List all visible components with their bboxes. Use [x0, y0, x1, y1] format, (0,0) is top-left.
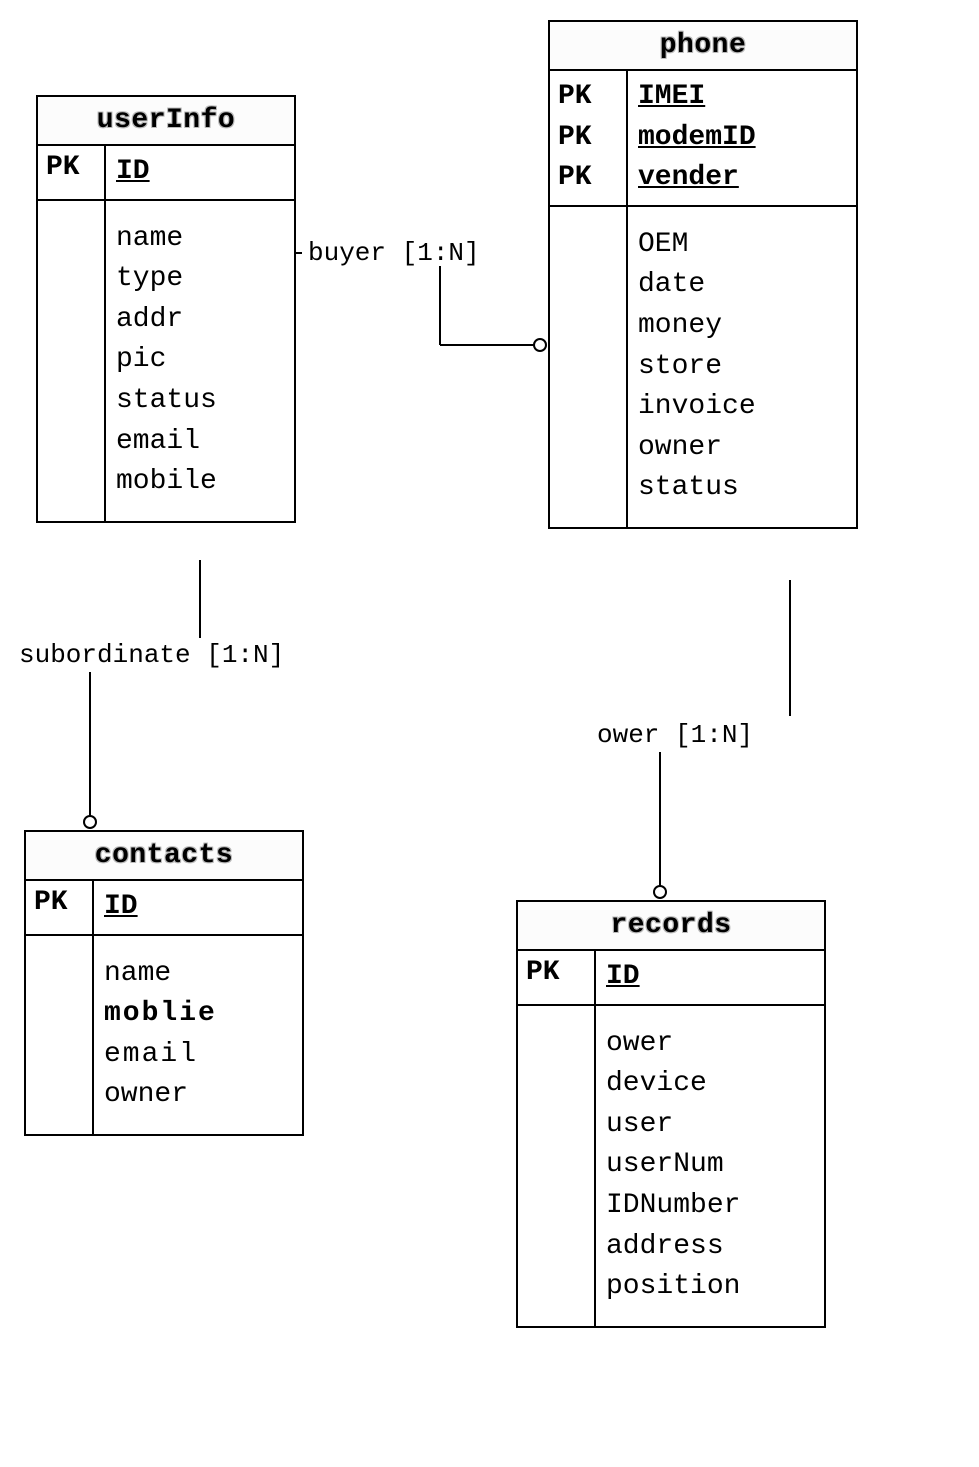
entity-userinfo-title: userInfo — [38, 97, 294, 146]
field: device — [606, 1064, 814, 1105]
field: email — [116, 422, 284, 463]
entity-phone-pk-row: PK PK PK IMEI modemID vender — [550, 71, 856, 207]
field: address — [606, 1227, 814, 1268]
rel-subordinate-line — [84, 560, 200, 828]
field: mobile — [116, 462, 284, 503]
field: email — [104, 1035, 292, 1076]
field: owner — [104, 1075, 292, 1116]
entity-contacts-title: contacts — [26, 832, 302, 881]
entity-phone-title: phone — [550, 22, 856, 71]
pk-label-col: PK PK PK — [550, 71, 628, 205]
entity-phone: phone PK PK PK IMEI modemID vender OEM d… — [548, 20, 858, 529]
field: name — [104, 954, 292, 995]
entity-contacts: contacts PK ID name moblie email owner — [24, 830, 304, 1136]
field: money — [638, 306, 846, 347]
pk-label: PK — [38, 146, 106, 199]
pk-col-empty — [26, 936, 94, 1134]
pk-field: ID — [104, 887, 292, 928]
field: status — [638, 468, 846, 509]
pk-label: PK — [558, 158, 618, 199]
field: store — [638, 347, 846, 388]
pk-label: PK — [558, 118, 618, 159]
entity-records-pk-row: PK ID — [518, 951, 824, 1006]
field: user — [606, 1105, 814, 1146]
field: position — [606, 1267, 814, 1308]
field: pic — [116, 340, 284, 381]
field: name — [116, 219, 284, 260]
pk-field: modemID — [638, 118, 846, 159]
field: ower — [606, 1024, 814, 1065]
pk-field: ID — [606, 957, 814, 998]
entity-userinfo: userInfo PK ID name type addr pic status… — [36, 95, 296, 523]
pk-label: PK — [26, 881, 94, 934]
entity-contacts-fields-row: name moblie email owner — [26, 936, 302, 1134]
pk-field: ID — [116, 152, 284, 193]
field: moblie — [104, 994, 292, 1035]
pk-col-empty — [550, 207, 628, 527]
field: IDNumber — [606, 1186, 814, 1227]
entity-userinfo-fields-row: name type addr pic status email mobile — [38, 201, 294, 521]
pk-col-empty — [38, 201, 106, 521]
rel-subordinate-label: subordinate [1:N] — [19, 640, 284, 670]
pk-field: vender — [638, 158, 846, 199]
entity-contacts-pk-row: PK ID — [26, 881, 302, 936]
pk-label: PK — [558, 77, 618, 118]
entity-records: records PK ID ower device user userNum I… — [516, 900, 826, 1328]
field: owner — [638, 428, 846, 469]
field: status — [116, 381, 284, 422]
field: addr — [116, 300, 284, 341]
entity-userinfo-pk-row: PK ID — [38, 146, 294, 201]
pk-col-empty — [518, 1006, 596, 1326]
pk-field: IMEI — [638, 77, 846, 118]
field: invoice — [638, 387, 846, 428]
field: type — [116, 259, 284, 300]
field: userNum — [606, 1145, 814, 1186]
entity-phone-fields-row: OEM date money store invoice owner statu… — [550, 207, 856, 527]
pk-label: PK — [518, 951, 596, 1004]
field: date — [638, 265, 846, 306]
entity-records-title: records — [518, 902, 824, 951]
field: OEM — [638, 225, 846, 266]
rel-buyer-label: buyer [1:N] — [308, 238, 480, 268]
rel-ower-label: ower [1:N] — [597, 720, 753, 750]
entity-records-fields-row: ower device user userNum IDNumber addres… — [518, 1006, 824, 1326]
